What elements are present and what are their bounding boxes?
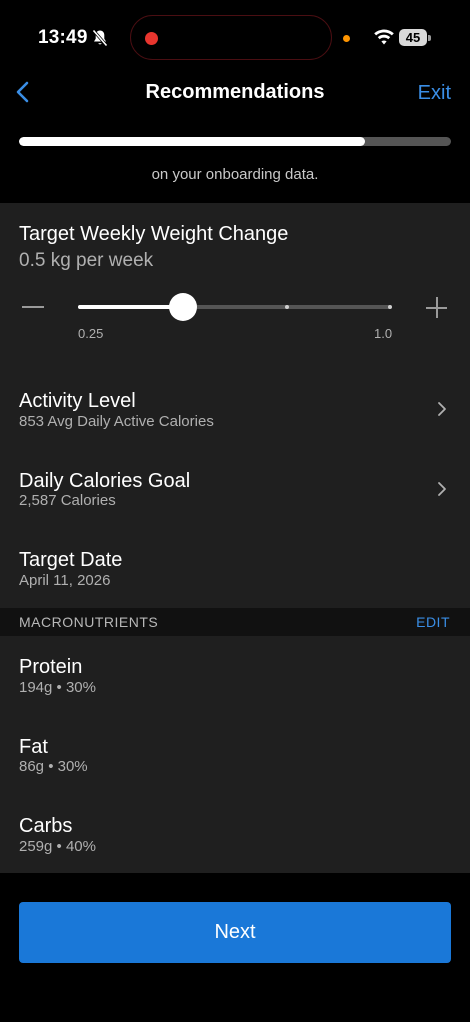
wifi-icon [374,29,394,45]
subtitle-text: on your onboarding data. [151,166,319,183]
activity-level-detail: 853 Avg Daily Active Calories [19,413,214,430]
slider-thumb[interactable] [168,293,197,321]
target-date-value: April 11, 2026 [19,572,111,589]
fat-detail: 86g • 30% [19,758,88,775]
slider-max-label: 1.0 [374,326,393,341]
progress-fill [19,137,365,146]
slider-tick [388,305,392,309]
protein-detail: 194g • 30% [19,679,96,696]
slider-min-label: 0.25 [78,326,104,341]
privacy-indicator-icon [343,35,350,42]
fat-label: Fat [19,736,48,758]
weight-change-label: Target Weekly Weight Change [19,223,289,245]
slider-tick [285,305,289,309]
next-button[interactable]: Next [19,902,451,963]
status-time: 13:49 [38,27,88,48]
plus-icon-vertical[interactable] [436,297,438,318]
battery-icon: 45 [399,29,427,46]
target-date-label: Target Date [19,549,123,571]
carbs-label: Carbs [19,815,73,837]
daily-calories-detail: 2,587 Calories [19,492,116,509]
chevron-right-icon[interactable] [437,481,447,497]
dynamic-island [130,15,332,60]
battery-cap [428,35,431,41]
recording-indicator-icon [145,32,158,45]
carbs-detail: 259g • 40% [19,838,96,855]
edit-macros-button[interactable]: EDIT [416,614,450,630]
minus-icon[interactable] [22,306,44,308]
daily-calories-label[interactable]: Daily Calories Goal [19,470,190,493]
chevron-right-icon[interactable] [437,401,447,417]
protein-label: Protein [19,656,83,678]
exit-button[interactable]: Exit [418,82,451,105]
weight-change-value: 0.5 kg per week [19,250,154,271]
page-title: Recommendations [145,81,325,103]
slider-fill [78,305,183,309]
onboarding-progress-bar [19,137,451,146]
bell-slash-icon [92,29,108,47]
activity-level-label[interactable]: Activity Level [19,390,136,413]
macronutrients-title: MACRONUTRIENTS [19,614,159,630]
